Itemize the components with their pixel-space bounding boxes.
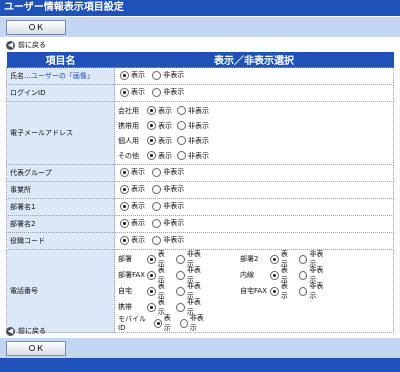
row-options-dept1: 表示 非表示: [114, 198, 394, 216]
radio-email-other-show[interactable]: [147, 151, 156, 160]
row-office: 事業所 表示 非表示: [6, 181, 394, 199]
settings-table: 項目名 表示／非表示選択 氏名…ユーザーの「画像」 表示 非表示 ログインID …: [6, 52, 394, 333]
radio-dept2-hide[interactable]: [152, 218, 162, 228]
radio-phone-extension-show[interactable]: [270, 270, 279, 280]
row-name: 氏名…ユーザーの「画像」 表示 非表示: [6, 67, 394, 85]
row-label-dept1: 部署名1: [6, 198, 115, 216]
row-role: 役職コード 表示 非表示: [6, 232, 394, 250]
radio-office-hide[interactable]: [152, 184, 162, 194]
radio-dept1-show[interactable]: [120, 201, 129, 211]
radio-email-mobile-show[interactable]: [147, 121, 156, 130]
radio-group-show[interactable]: [120, 167, 129, 177]
image-link[interactable]: ユーザーの「画像」: [31, 72, 94, 80]
ok-bar-top: ＯＫ: [0, 17, 400, 37]
email-sub-personal: 個人用 表示 非表示: [118, 136, 209, 145]
row-options-group: 表示 非表示: [114, 164, 394, 182]
row-options-dept2: 表示 非表示: [114, 215, 394, 233]
row-phone: 電話番号 部署 表示 非表示 部署2 表示 非表示 部署FAX 表示 非表示 内…: [6, 249, 394, 333]
ok-bar-bottom: ＯＫ: [0, 338, 400, 358]
back-link-bottom[interactable]: ◀ 前に戻る: [6, 325, 46, 337]
radio-role-show[interactable]: [120, 235, 129, 245]
row-email: 電子メールアドレス 会社用 表示 非表示 携帯用 表示 非表示 個人用 表示 非…: [6, 101, 394, 165]
radio-phone-dept2-hide[interactable]: [298, 254, 308, 264]
email-sub-mobile: 携帯用 表示 非表示: [118, 121, 209, 130]
row-options-name: 表示 非表示: [114, 67, 394, 85]
row-options-email: 会社用 表示 非表示 携帯用 表示 非表示 個人用 表示 非表示 その他 表示: [114, 101, 394, 165]
phone-sub-homefax: 自宅FAX 表示 非表示: [240, 282, 324, 300]
back-link-label: 前に戻る: [18, 327, 46, 335]
row-label-login: ログインID: [6, 84, 115, 102]
radio-email-personal-hide[interactable]: [177, 136, 186, 145]
row-label-dept2: 部署名2: [6, 215, 115, 233]
row-dept2: 部署名2 表示 非表示: [6, 215, 394, 233]
row-label-office: 事業所: [6, 181, 115, 199]
radio-name-show[interactable]: [120, 70, 129, 80]
row-label-name: 氏名…ユーザーの「画像」: [6, 67, 115, 85]
radio-role-hide[interactable]: [152, 235, 162, 245]
radio-email-mobile-hide[interactable]: [177, 121, 186, 130]
radio-phone-mobile-show[interactable]: [147, 302, 156, 312]
radio-email-other-hide[interactable]: [177, 151, 186, 160]
row-options-login: 表示 非表示: [114, 84, 394, 102]
phone-sub-mobileid: モバイルID 表示 非表示: [118, 314, 204, 332]
row-login: ログインID 表示 非表示: [6, 84, 394, 102]
radio-phone-mobile-hide[interactable]: [176, 302, 185, 312]
row-dept1: 部署名1 表示 非表示: [6, 198, 394, 216]
radio-email-company-hide[interactable]: [177, 106, 186, 115]
column-header-item: 項目名: [6, 52, 115, 68]
row-options-phone: 部署 表示 非表示 部署2 表示 非表示 部署FAX 表示 非表示 内線 表示: [114, 249, 394, 333]
radio-phone-mobileid-show[interactable]: [154, 318, 162, 328]
radio-phone-extension-hide[interactable]: [298, 270, 308, 280]
radio-login-show[interactable]: [120, 87, 129, 97]
radio-dept1-hide[interactable]: [152, 201, 162, 211]
back-link-top[interactable]: ◀ 前に戻る: [6, 39, 46, 51]
ok-button-bottom[interactable]: ＯＫ: [6, 341, 66, 356]
radio-email-company-show[interactable]: [147, 106, 156, 115]
radio-phone-home-show[interactable]: [147, 286, 156, 296]
back-arrow-icon: ◀: [6, 40, 15, 50]
column-header-visibility: 表示／非表示選択: [114, 52, 394, 68]
radio-phone-homefax-hide[interactable]: [298, 286, 308, 296]
row-label-email: 電子メールアドレス: [6, 101, 115, 165]
radio-phone-mobileid-hide[interactable]: [180, 318, 188, 328]
email-sub-other: その他 表示 非表示: [118, 151, 209, 160]
radio-office-show[interactable]: [120, 184, 129, 194]
radio-group-hide[interactable]: [152, 167, 162, 177]
radio-phone-deptfax-show[interactable]: [147, 270, 156, 280]
radio-phone-home-hide[interactable]: [176, 286, 185, 296]
footer-bar: [0, 358, 400, 372]
email-sub-company: 会社用 表示 非表示: [118, 106, 209, 115]
row-group: 代表グループ 表示 非表示: [6, 164, 394, 182]
ok-button-top[interactable]: ＯＫ: [6, 20, 66, 35]
page-title: ユーザー情報表示項目設定: [0, 0, 400, 16]
row-label-role: 役職コード: [6, 232, 115, 250]
radio-phone-dept-show[interactable]: [147, 254, 156, 264]
radio-phone-dept-hide[interactable]: [176, 254, 185, 264]
radio-login-hide[interactable]: [152, 87, 162, 97]
row-options-office: 表示 非表示: [114, 181, 394, 199]
radio-email-personal-show[interactable]: [147, 136, 156, 145]
radio-name-hide[interactable]: [152, 70, 162, 80]
row-options-role: 表示 非表示: [114, 232, 394, 250]
radio-phone-dept2-show[interactable]: [270, 254, 279, 264]
row-label-group: 代表グループ: [6, 164, 115, 182]
back-link-label: 前に戻る: [18, 41, 46, 49]
row-label-phone: 電話番号: [6, 249, 115, 333]
radio-dept2-show[interactable]: [120, 218, 129, 228]
radio-phone-homefax-show[interactable]: [270, 286, 279, 296]
back-arrow-icon: ◀: [6, 326, 15, 336]
radio-phone-deptfax-hide[interactable]: [176, 270, 185, 280]
